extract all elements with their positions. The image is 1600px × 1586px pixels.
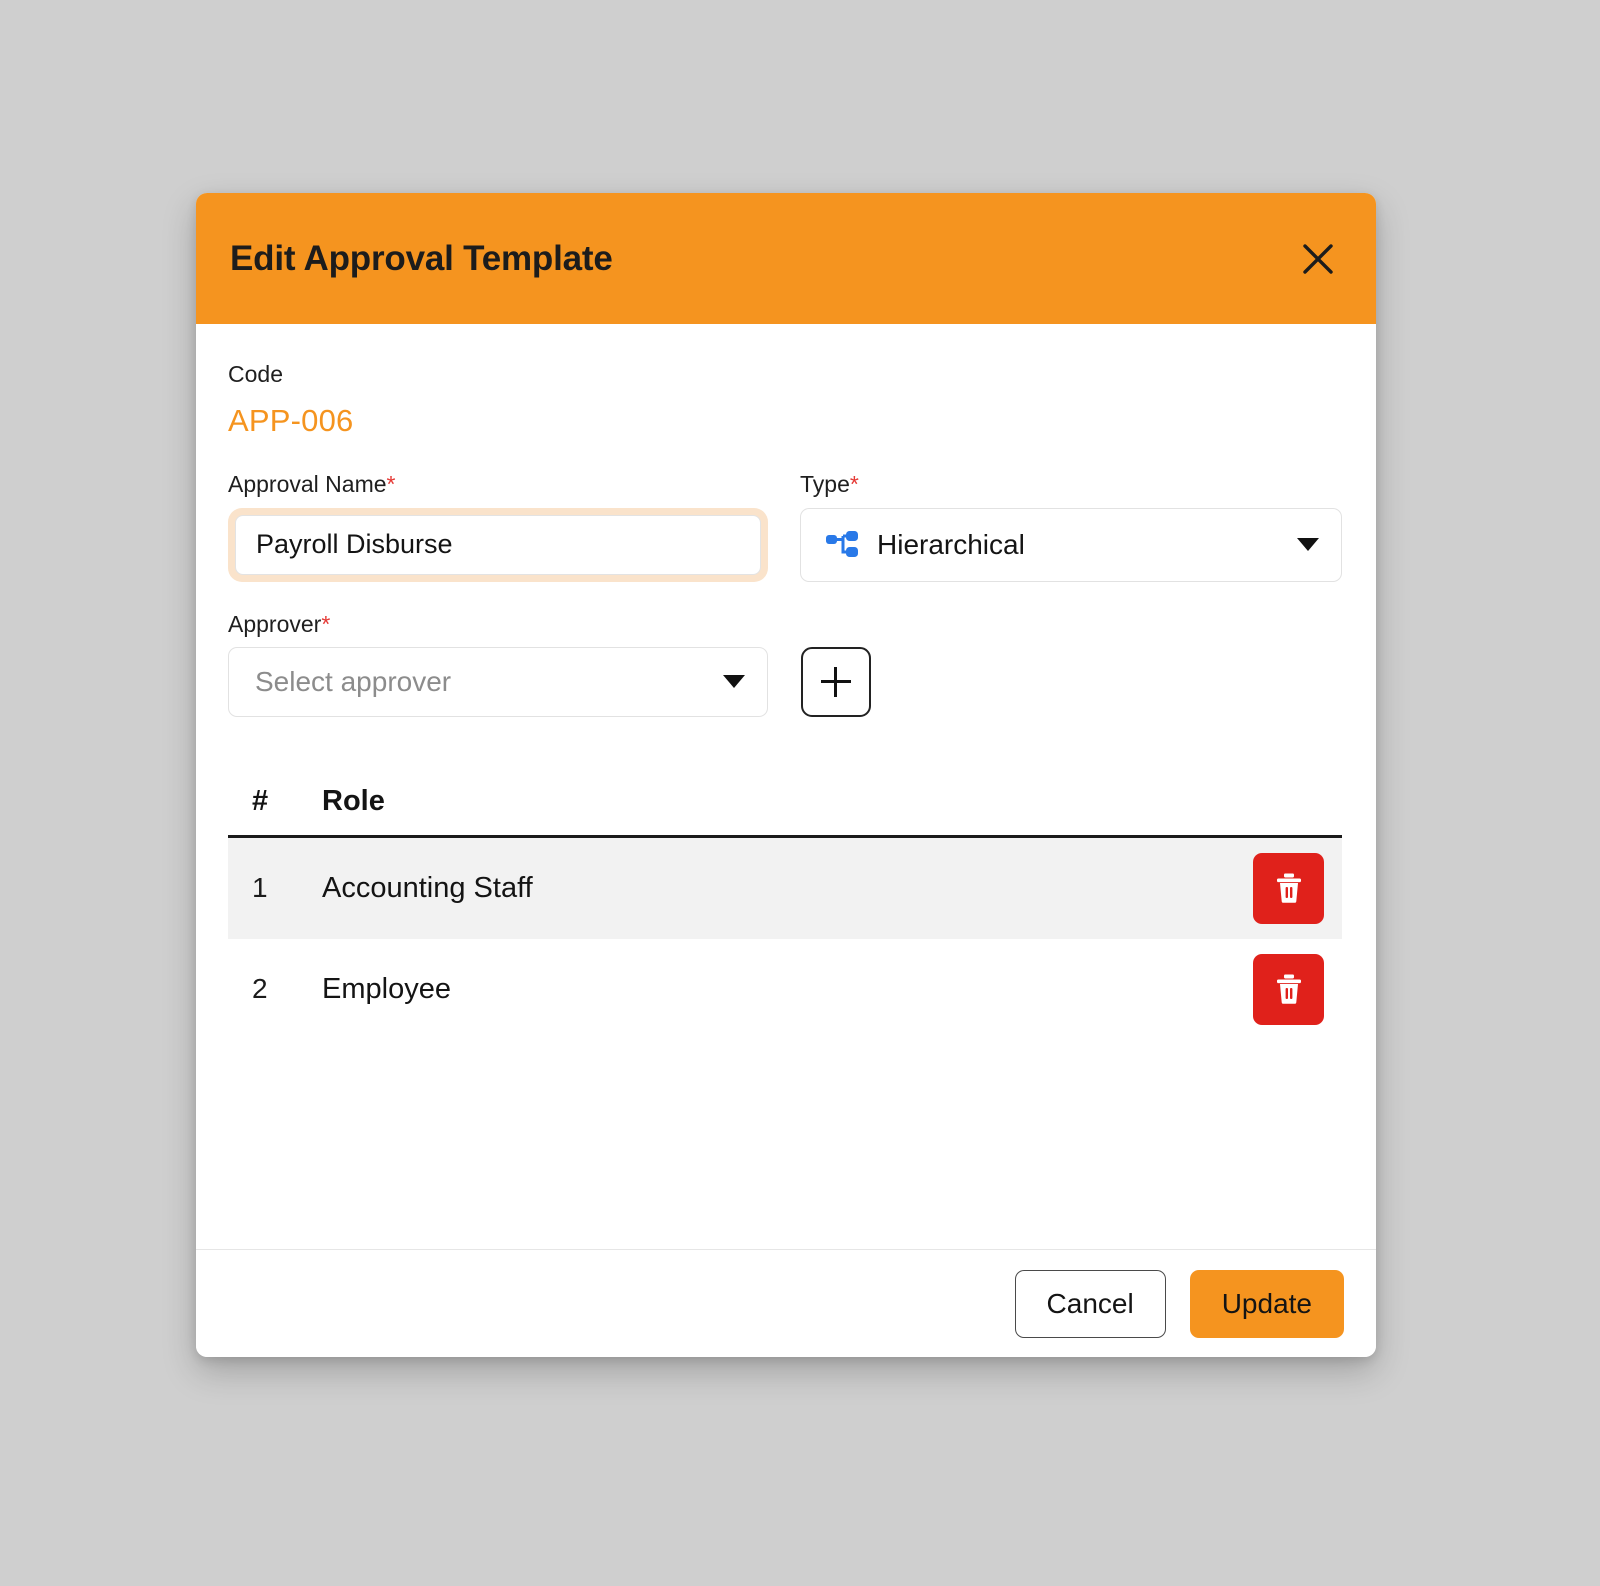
delete-row-button[interactable] [1253, 852, 1324, 924]
required-asterisk: * [321, 610, 331, 637]
row-role: Accounting Staff [322, 871, 533, 904]
table-row[interactable]: 1 Accounting Staff [228, 837, 1342, 939]
table-header-row: # Role [228, 785, 1342, 838]
code-value: APP-006 [228, 403, 354, 439]
close-icon [1301, 242, 1335, 276]
modal-overlay: Edit Approval Template Code APP-006 Appr… [0, 0, 1600, 1586]
approver-field: Approver* Select approver [228, 610, 768, 717]
required-asterisk: * [386, 471, 396, 498]
row-number: 2 [252, 973, 268, 1005]
dialog-header: Edit Approval Template [196, 193, 1376, 324]
dialog-body: Code APP-006 Approval Name* Type* [196, 324, 1376, 1249]
trash-icon [1274, 973, 1304, 1005]
type-field: Type* Hierarchical [800, 471, 1342, 582]
column-header-number: # [252, 784, 269, 817]
table-row[interactable]: 2 Employee [228, 938, 1342, 1040]
approver-select[interactable]: Select approver [228, 646, 768, 717]
type-label: Type* [800, 471, 859, 498]
chevron-down-icon [723, 675, 745, 689]
hierarchy-icon [825, 530, 859, 560]
roles-table: # Role 1 Accounting Staff 2 Employee [228, 785, 1342, 1040]
approver-placeholder: Select approver [255, 665, 452, 697]
trash-icon [1274, 872, 1304, 904]
approval-name-input[interactable] [235, 514, 761, 575]
dialog-footer: Cancel Update [196, 1249, 1376, 1357]
column-header-role: Role [322, 784, 385, 817]
edit-approval-template-dialog: Edit Approval Template Code APP-006 Appr… [196, 193, 1376, 1357]
delete-row-button[interactable] [1253, 953, 1324, 1025]
code-label: Code [228, 361, 283, 387]
cancel-button[interactable]: Cancel [1014, 1269, 1166, 1338]
row-actions [1232, 852, 1342, 924]
approver-label: Approver* [228, 610, 331, 637]
approver-row: Approver* Select approver [228, 610, 1342, 717]
code-field: Code APP-006 [228, 361, 1342, 439]
chevron-down-icon [1297, 538, 1319, 552]
row-actions [1232, 953, 1342, 1025]
approval-name-label: Approval Name* [228, 471, 396, 498]
approval-name-focus-ring [228, 507, 768, 582]
approval-name-field: Approval Name* [228, 471, 768, 582]
plus-icon [821, 666, 851, 697]
dialog-title: Edit Approval Template [230, 239, 613, 278]
required-asterisk: * [849, 471, 859, 498]
type-selected-value: Hierarchical [877, 528, 1025, 560]
row-number: 1 [252, 872, 268, 904]
name-type-row: Approval Name* Type* [228, 471, 1342, 582]
close-button[interactable] [1296, 237, 1340, 281]
update-button[interactable]: Update [1189, 1269, 1344, 1338]
type-select[interactable]: Hierarchical [800, 507, 1342, 582]
row-role: Employee [322, 972, 451, 1005]
add-approver-button[interactable] [801, 646, 871, 717]
